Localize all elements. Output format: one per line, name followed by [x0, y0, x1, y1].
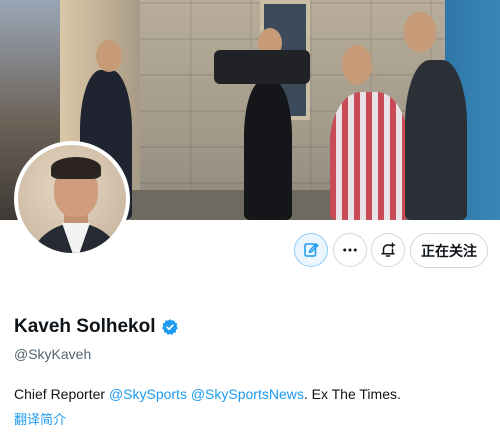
banner-person-reporter-head [96, 40, 122, 72]
verified-badge-icon[interactable] [161, 318, 179, 336]
profile-name: Kaveh Solhekol [14, 316, 156, 337]
bio-mention-skysports[interactable]: @SkySports [109, 386, 187, 402]
bio-text-suffix: . Ex The Times. [303, 386, 401, 402]
banner-camera [214, 50, 310, 84]
banner-person-checked-shirt-head [342, 45, 372, 85]
banner-person-checked-shirt [330, 92, 408, 220]
more-button[interactable] [333, 233, 367, 267]
banner-person-cameraman [244, 80, 292, 220]
more-icon [343, 248, 357, 252]
bio-mention-skysportsnews[interactable]: @SkySportsNews [191, 386, 304, 402]
profile-name-row: Kaveh Solhekol [14, 316, 179, 338]
edit-icon [304, 243, 319, 257]
banner-person-dark-jacket [405, 60, 467, 220]
notifications-button[interactable] [371, 233, 405, 267]
bell-plus-icon [381, 242, 396, 257]
edit-button[interactable] [294, 233, 328, 267]
avatar-hair [51, 157, 101, 179]
profile-avatar[interactable] [14, 141, 130, 257]
translate-bio-link[interactable]: 翻译简介 [14, 409, 66, 428]
following-button[interactable]: 正在关注 [410, 233, 488, 268]
profile-bio: Chief Reporter @SkySports @SkySportsNews… [14, 386, 401, 402]
profile-handle: @SkyKaveh [14, 346, 92, 362]
banner-person-dark-jacket-head [404, 12, 436, 52]
bio-text-prefix: Chief Reporter [14, 386, 109, 402]
